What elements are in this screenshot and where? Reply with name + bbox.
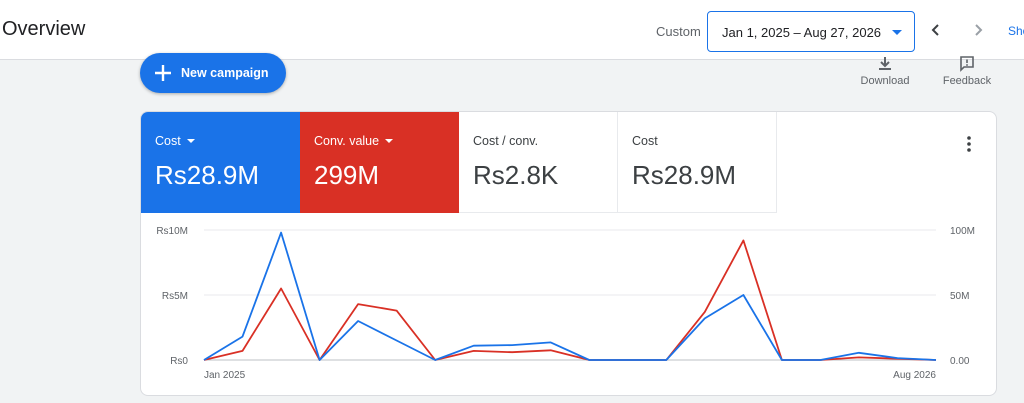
metric-label-text: Cost [155,134,181,148]
overview-card: Cost Rs28.9M Conv. value 299M Cost / con… [140,111,997,396]
y-left-tick-label: Rs5M [162,291,188,302]
range-type-label: Custom [656,24,701,39]
show-link[interactable]: Sho [1008,24,1024,38]
feedback-icon [960,56,974,72]
feedback-label: Feedback [942,75,992,87]
page-title: Overview [2,18,86,40]
x-tick-label: Jan 2025 [204,370,246,381]
metric-tile-conv-value[interactable]: Conv. value 299M [300,112,459,213]
feedback-button[interactable]: Feedback [940,56,994,87]
metric-value-conv-value: 299M [314,160,380,190]
x-tick-label: Aug 2026 [893,370,936,381]
metric-label-text: Conv. value [314,134,380,148]
metric-tile-cost-secondary[interactable]: Cost Rs28.9M [618,112,777,213]
metric-label-conv-value: Conv. value [314,134,394,148]
y-left-tick-label: Rs0 [170,356,188,367]
new-campaign-button[interactable]: New campaign [140,53,286,93]
new-campaign-label: New campaign [181,66,269,80]
caret-down-icon [892,30,902,35]
date-range-picker[interactable]: Jan 1, 2025 – Aug 27, 2026 [707,11,915,52]
more-options-button[interactable] [961,134,977,154]
chevron-right-icon [975,24,983,36]
metric-tile-cost-per-conv[interactable]: Cost / conv. Rs2.8K [459,112,618,213]
more-vert-icon [967,136,971,152]
metric-label-cost-per-conv: Cost / conv. [473,134,539,148]
series-line-cost [203,231,937,361]
download-label: Download [860,75,910,87]
chevron-left-icon [931,24,939,36]
next-period-button[interactable] [966,18,990,42]
date-range-text: Jan 1, 2025 – Aug 27, 2026 [722,25,882,40]
metric-value-cost-secondary: Rs28.9M [632,160,737,190]
y-right-tick-label: 50M [950,291,969,302]
y-right-tick-label: 100M [950,226,975,237]
top-bar: Overview Custom Jan 1, 2025 – Aug 27, 20… [0,0,1024,60]
metric-value-cost-per-conv: Rs2.8K [473,160,559,190]
plus-icon [155,65,171,81]
previous-period-button[interactable] [924,18,948,42]
caret-down-icon [385,138,394,143]
y-left-tick-label: Rs10M [156,226,188,237]
caret-down-icon [186,138,195,143]
metric-label-cost: Cost [155,134,195,148]
y-right-tick-label: 0.00 [950,356,970,367]
metric-tile-cost[interactable]: Cost Rs28.9M [141,112,300,213]
download-button[interactable]: Download [858,56,912,87]
metric-value-cost: Rs28.9M [155,160,260,190]
download-icon [879,57,891,70]
performance-line-chart: Rs0 0.00 Rs5M 50M Rs10M 100M Jan 2025 Aug 2026 [156,226,975,381]
metric-label-cost-secondary: Cost [632,134,658,148]
